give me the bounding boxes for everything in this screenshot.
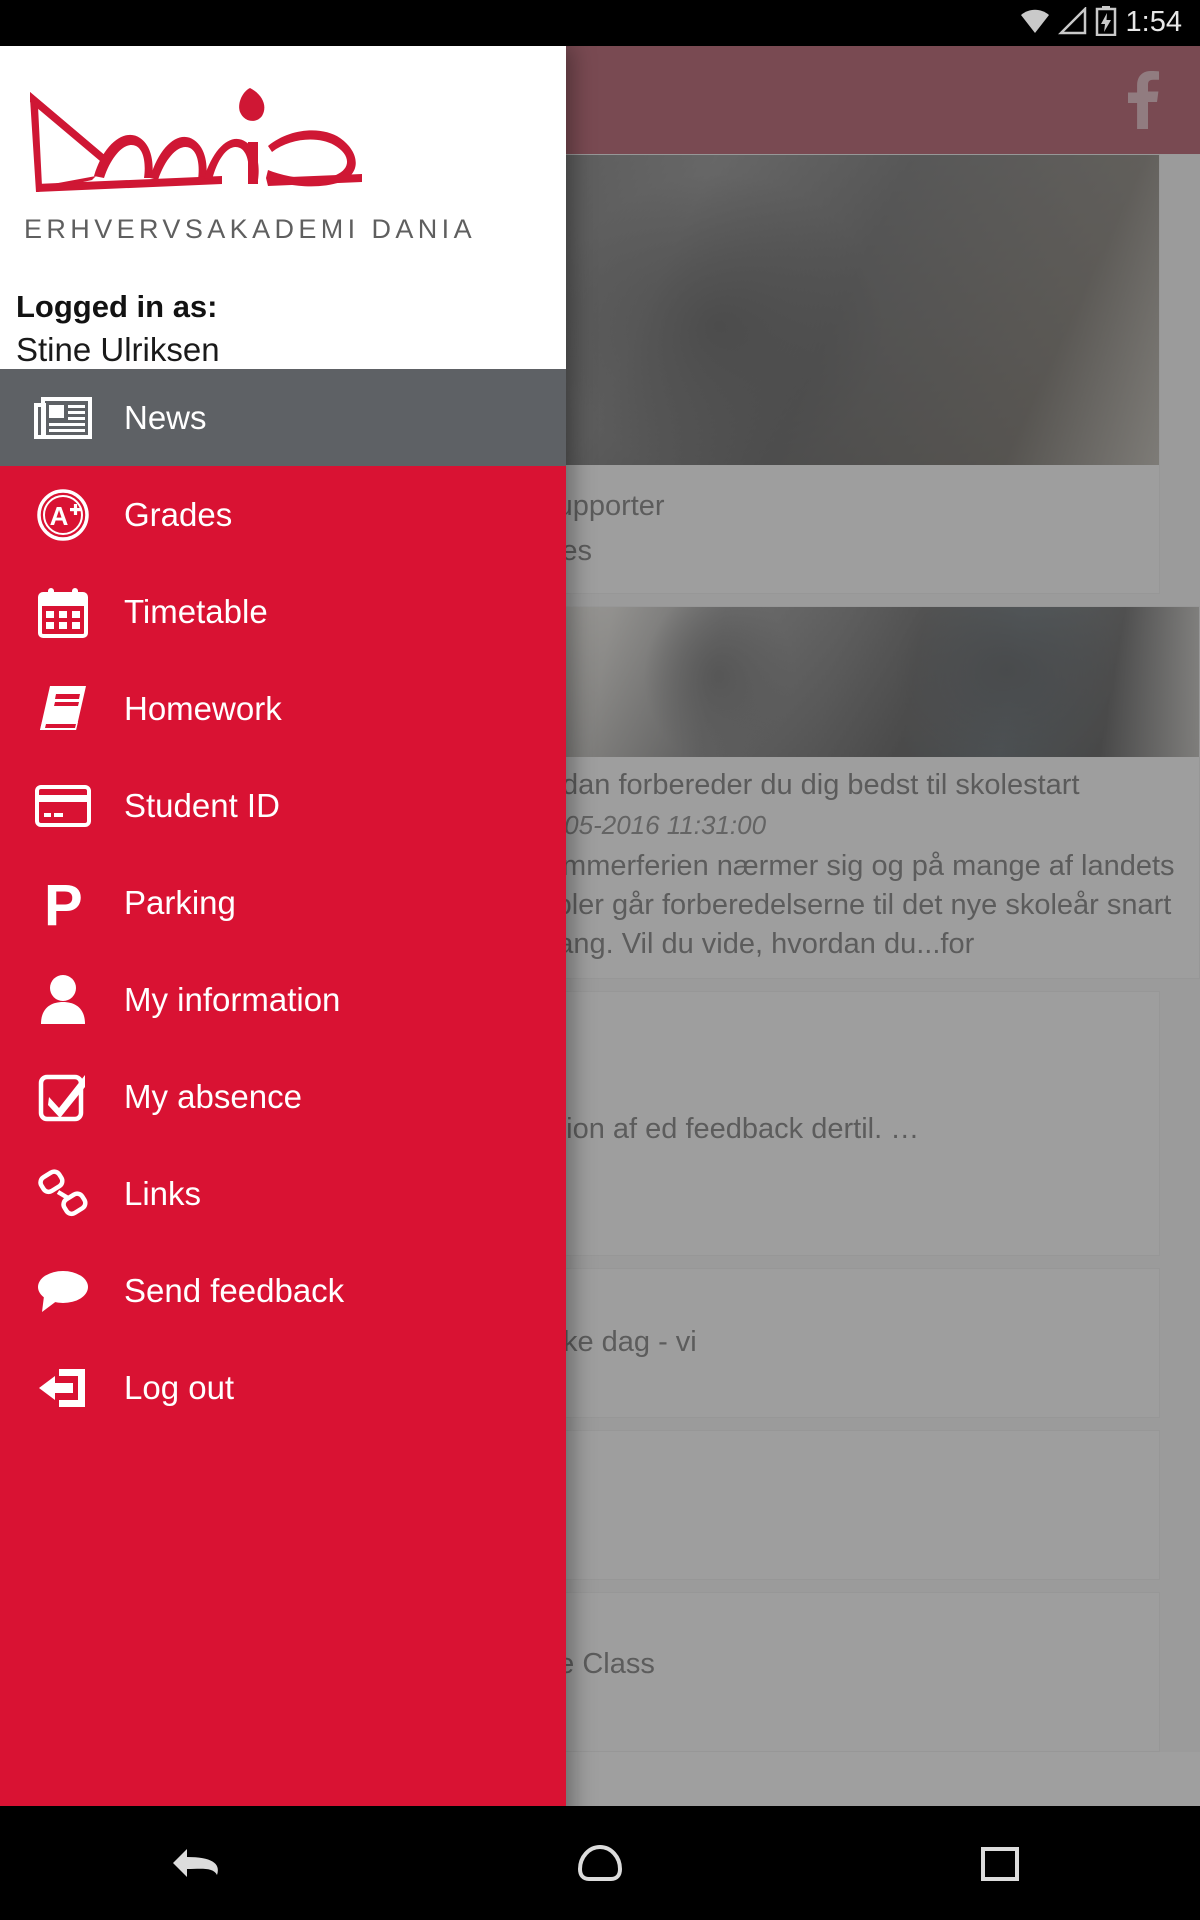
sidebar-item-label: Links [124, 1174, 202, 1212]
sidebar-item-label: My information [124, 980, 341, 1018]
logged-in-user-name: Stine Ulriksen [16, 331, 220, 368]
battery-charging-icon [1095, 5, 1117, 41]
sidebar-item-label: Parking [124, 883, 236, 921]
sidebar-item-send-feedback[interactable]: Send feedback [0, 1242, 566, 1339]
person-icon [30, 967, 96, 1033]
sidebar-item-label: Send feedback [124, 1271, 345, 1309]
logged-in-label: Logged in as: [16, 289, 218, 324]
brand-subtitle: ERHVERVSAKADEMI DANIA [24, 214, 476, 244]
sidebar-item-log-out[interactable]: Log out [0, 1339, 566, 1436]
exit-arrow-icon [30, 1355, 96, 1421]
drawer-menu: News A Grades Timetable Homework Student… [0, 369, 566, 1840]
sidebar-item-label: Timetable [124, 592, 268, 630]
svg-text:A: A [50, 501, 69, 531]
sidebar-item-news[interactable]: News [0, 369, 566, 466]
card-icon [30, 773, 96, 839]
dania-logo [0, 80, 566, 198]
sidebar-item-label: News [124, 398, 207, 436]
sidebar-item-label: Student ID [124, 786, 280, 824]
grade-a-plus-icon: A [30, 482, 96, 548]
android-status-bar: 1:54 [0, 0, 1200, 46]
chain-link-icon [30, 1161, 96, 1227]
calendar-icon [30, 579, 96, 645]
sidebar-item-student-id[interactable]: Student ID [0, 757, 566, 854]
sidebar-item-my-information[interactable]: My information [0, 951, 566, 1048]
sidebar-item-grades[interactable]: A Grades [0, 466, 566, 563]
status-bar-clock: 1:54 [1125, 5, 1182, 38]
drawer-header: ERHVERVSAKADEMI DANIA Logged in as: Stin… [0, 46, 566, 369]
svg-text:P: P [44, 875, 83, 931]
sidebar-item-label: Grades [124, 495, 233, 533]
sidebar-item-label: Log out [124, 1368, 235, 1406]
home-icon[interactable] [520, 1806, 680, 1920]
sidebar-item-timetable[interactable]: Timetable [0, 563, 566, 660]
sidebar-item-parking[interactable]: P Parking [0, 854, 566, 951]
parking-p-icon: P [30, 870, 96, 936]
sidebar-item-homework[interactable]: Homework [0, 660, 566, 757]
sidebar-item-links[interactable]: Links [0, 1145, 566, 1242]
checkbox-checked-icon [30, 1064, 96, 1130]
recents-icon[interactable] [920, 1806, 1080, 1920]
newspaper-icon [30, 385, 96, 451]
android-screen: tens lave noget alligevel som vores nye … [0, 0, 1200, 1920]
dania-wordmark-icon [30, 88, 362, 192]
sidebar-item-my-absence[interactable]: My absence [0, 1048, 566, 1145]
book-icon [30, 676, 96, 742]
speech-bubble-icon [30, 1258, 96, 1324]
navigation-drawer: ERHVERVSAKADEMI DANIA Logged in as: Stin… [0, 46, 566, 1840]
sidebar-item-label: My absence [124, 1077, 302, 1115]
signal-icon [1057, 5, 1088, 40]
android-navigation-bar [0, 1806, 1200, 1920]
sidebar-item-label: Homework [124, 689, 282, 727]
back-icon[interactable] [120, 1806, 280, 1920]
wifi-icon [1019, 7, 1051, 40]
